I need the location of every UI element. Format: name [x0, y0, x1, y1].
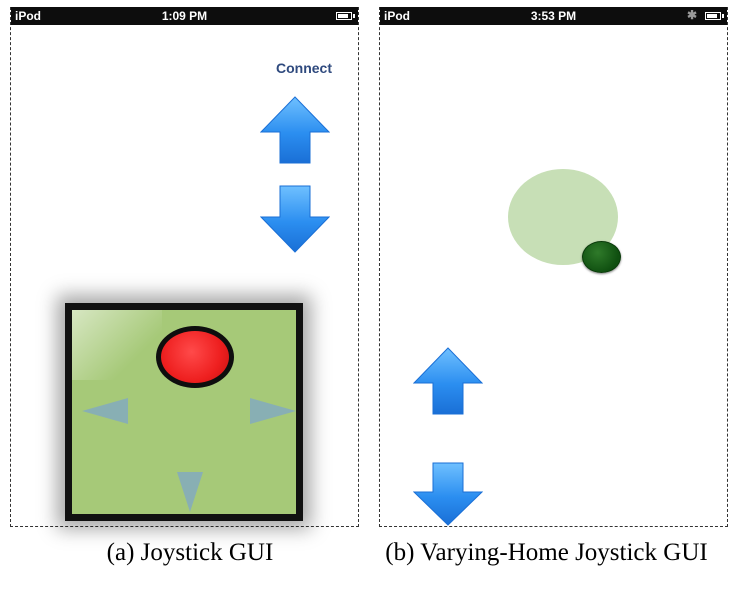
down-arrow-icon[interactable]: [413, 462, 483, 526]
up-arrow-icon[interactable]: [260, 96, 330, 164]
left-triangle-icon: [82, 398, 128, 424]
battery-icon: [336, 12, 355, 20]
status-bar: iPod 1:09 PM: [11, 7, 358, 25]
caption-joystick-gui: (a) Joystick GUI: [106, 539, 274, 566]
down-triangle-icon: [177, 472, 203, 512]
down-arrow-icon[interactable]: [260, 185, 330, 253]
connect-button[interactable]: Connect: [276, 60, 332, 76]
joystick-pad[interactable]: [65, 303, 303, 521]
caption-varying-home-joystick-gui: (b) Varying-Home Joystick GUI: [385, 539, 708, 566]
pad-gloss: [72, 310, 162, 380]
clock-label: 3:53 PM: [530, 9, 577, 23]
bluetooth-icon: ✱: [686, 8, 697, 22]
phone-screen-joystick: iPod 1:09 PM Connect: [10, 7, 359, 527]
joystick-knob[interactable]: [582, 241, 621, 273]
status-bar: iPod 3:53 PM ✱: [380, 7, 727, 25]
right-triangle-icon: [250, 398, 296, 424]
battery-icon: [705, 12, 724, 20]
joystick-knob[interactable]: [156, 326, 234, 388]
up-arrow-icon[interactable]: [413, 347, 483, 415]
clock-label: 1:09 PM: [161, 9, 208, 23]
phone-screen-varying-home: iPod 3:53 PM ✱: [379, 7, 728, 527]
